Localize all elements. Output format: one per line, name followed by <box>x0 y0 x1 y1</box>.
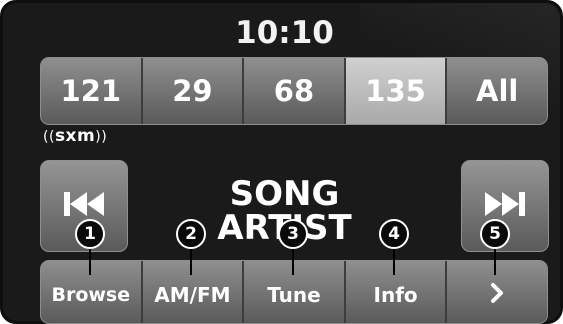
sxm-left-waves: (( <box>43 129 55 145</box>
tab-tune[interactable]: Tune <box>244 261 346 323</box>
sxm-logo-text: sxm <box>54 126 96 146</box>
preset-button-2[interactable]: 29 <box>142 58 245 124</box>
clock: 10:10 <box>235 15 334 51</box>
preset-button-all[interactable]: All <box>447 58 547 124</box>
callout-5: 5 <box>480 219 510 249</box>
tab-am-fm[interactable]: AM/FM <box>142 261 245 323</box>
tab-info[interactable]: Info <box>345 261 448 323</box>
callout-4: 4 <box>379 219 409 249</box>
tab-more[interactable] <box>447 261 547 323</box>
chevron-right-icon <box>490 282 504 309</box>
callout-3: 3 <box>278 219 308 249</box>
callout-2: 2 <box>176 219 206 249</box>
sxm-right-waves: )) <box>95 129 108 145</box>
radio-screen: 10:10 121 29 68 135 All ((sxm)) SONG ART… <box>0 0 563 324</box>
callout-1: 1 <box>75 219 105 249</box>
preset-button-4-active[interactable]: 135 <box>345 58 448 124</box>
bottom-tab-bar: Browse AM/FM Tune Info <box>40 260 548 324</box>
preset-button-1[interactable]: 121 <box>41 58 143 124</box>
preset-button-3[interactable]: 68 <box>244 58 346 124</box>
preset-bar: 121 29 68 135 All <box>40 57 548 125</box>
sxm-logo: ((sxm)) <box>43 125 107 148</box>
song-title: SONG <box>229 174 340 214</box>
tab-browse[interactable]: Browse <box>41 261 143 323</box>
